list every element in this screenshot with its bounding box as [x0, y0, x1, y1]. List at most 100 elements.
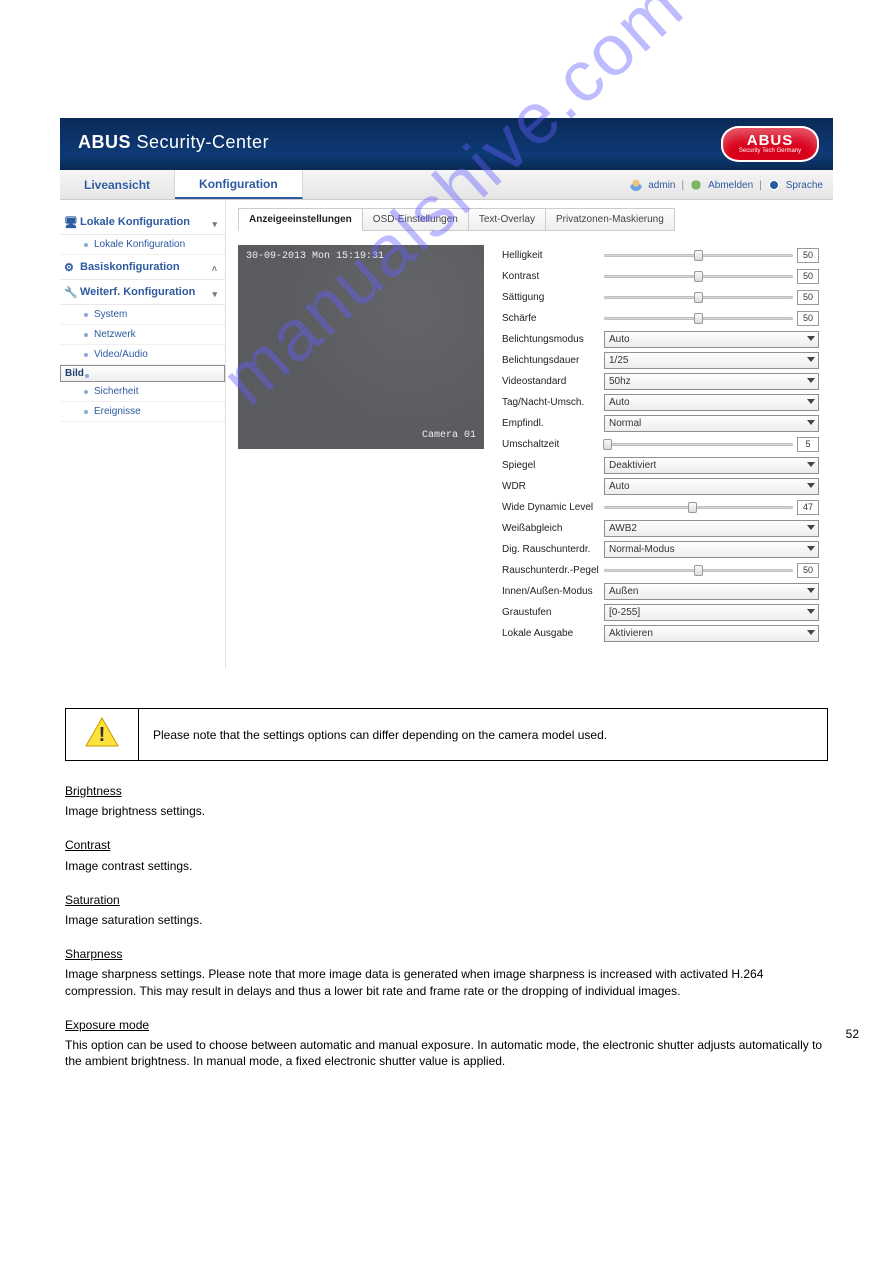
sidebar-cat-basic[interactable]: ⚙ Basiskonfiguration˄ — [60, 255, 225, 280]
setting-row: Rauschunterdr.-Pegel 50 — [502, 560, 819, 580]
slider-value: 5 — [797, 437, 819, 452]
setting-label: Graustufen — [502, 607, 604, 618]
sidebar-cat-local[interactable]: 🖥 Lokale Konfiguration▾ — [60, 210, 225, 235]
sidebar-item-system[interactable]: System — [60, 305, 225, 325]
svg-text:!: ! — [99, 724, 106, 746]
slider-value: 50 — [797, 290, 819, 305]
slider[interactable] — [604, 500, 793, 514]
slider-thumb[interactable] — [688, 502, 697, 513]
app-screenshot: ABUS Security-Center ABUS Security Tech … — [60, 118, 833, 668]
setting-row: Empfindl.Normal — [502, 413, 819, 433]
slider[interactable] — [604, 269, 793, 283]
chevron-down-icon: ▾ — [212, 219, 217, 230]
chevron-down-icon — [807, 525, 815, 530]
setting-label: Belichtungsmodus — [502, 334, 604, 345]
sidebar-cat-advanced[interactable]: 🔧 Weiterf. Konfiguration▾ — [60, 280, 225, 305]
sidebar-item-events[interactable]: Ereignisse — [60, 402, 225, 422]
brand-logo: ABUS Security Tech Germany — [721, 126, 819, 162]
select[interactable]: 50hz — [604, 373, 819, 390]
definition-term: Saturation — [65, 892, 828, 908]
select[interactable]: 1/25 — [604, 352, 819, 369]
slider[interactable] — [604, 290, 793, 304]
definition-desc: Image contrast settings. — [65, 858, 828, 874]
setting-label: WDR — [502, 481, 604, 492]
select[interactable]: Auto — [604, 478, 819, 495]
setting-row: Innen/Außen-ModusAußen — [502, 581, 819, 601]
select[interactable]: [0-255] — [604, 604, 819, 621]
setting-row: Lokale AusgabeAktivieren — [502, 623, 819, 643]
sidebar-item-network[interactable]: Netzwerk — [60, 325, 225, 345]
subtab-privmask[interactable]: Privatzonen-Maskierung — [545, 208, 675, 231]
chevron-down-icon — [807, 462, 815, 467]
setting-label: Rauschunterdr.-Pegel — [502, 565, 604, 576]
chevron-down-icon — [807, 483, 815, 488]
setting-label: Empfindl. — [502, 418, 604, 429]
setting-label: Wide Dynamic Level — [502, 502, 604, 513]
definition-term: Exposure mode — [65, 1017, 828, 1033]
slider-thumb[interactable] — [694, 292, 703, 303]
subtab-overlay[interactable]: Text-Overlay — [468, 208, 546, 231]
slider-value: 47 — [797, 500, 819, 515]
page-number: 52 — [846, 1027, 859, 1041]
setting-label: Helligkeit — [502, 250, 604, 261]
slider[interactable] — [604, 248, 793, 262]
logout-link[interactable]: Abmelden — [708, 180, 753, 191]
sidebar-item-image[interactable]: Bild — [60, 365, 225, 382]
sidebar-item-security[interactable]: Sicherheit — [60, 382, 225, 402]
select[interactable]: Aktivieren — [604, 625, 819, 642]
slider-value: 50 — [797, 269, 819, 284]
language-link[interactable]: Sprache — [786, 180, 823, 191]
language-icon — [768, 179, 780, 191]
setting-row: Dig. Rauschunterdr.Normal-Modus — [502, 539, 819, 559]
select[interactable]: Normal — [604, 415, 819, 432]
setting-label: Lokale Ausgabe — [502, 628, 604, 639]
settings-column: Helligkeit50Kontrast50Sättigung50Schärfe… — [502, 245, 833, 644]
slider[interactable] — [604, 311, 793, 325]
sidebar-item-videoaudio[interactable]: Video/Audio — [60, 345, 225, 365]
setting-row: BelichtungsmodusAuto — [502, 329, 819, 349]
brand-title: ABUS Security-Center — [78, 132, 269, 153]
chevron-down-icon — [807, 630, 815, 635]
chevron-down-icon — [807, 588, 815, 593]
subtab-display[interactable]: Anzeigeeinstellungen — [238, 208, 363, 231]
image-subtabs: Anzeigeeinstellungen OSD-Einstellungen T… — [238, 208, 833, 231]
sidebar-item-local-config[interactable]: Lokale Konfiguration — [60, 235, 225, 255]
slider[interactable] — [604, 563, 793, 577]
select[interactable]: Außen — [604, 583, 819, 600]
chevron-down-icon — [807, 399, 815, 404]
setting-row: Videostandard50hz — [502, 371, 819, 391]
select[interactable]: Auto — [604, 331, 819, 348]
select[interactable]: AWB2 — [604, 520, 819, 537]
chevron-down-icon — [807, 357, 815, 362]
slider-thumb[interactable] — [603, 439, 612, 450]
slider-thumb[interactable] — [694, 250, 703, 261]
slider-value: 50 — [797, 563, 819, 578]
select[interactable]: Auto — [604, 394, 819, 411]
tab-liveview[interactable]: Liveansicht — [60, 170, 175, 199]
setting-row: Sättigung 50 — [502, 287, 819, 307]
setting-row: SpiegelDeaktiviert — [502, 455, 819, 475]
account-user[interactable]: admin — [648, 180, 675, 191]
definition-desc: Image brightness settings. — [65, 803, 828, 819]
preview-camera: Camera 01 — [422, 430, 476, 441]
user-icon — [630, 179, 642, 191]
subtab-osd[interactable]: OSD-Einstellungen — [362, 208, 469, 231]
chevron-down-icon — [807, 609, 815, 614]
chevron-down-icon — [807, 336, 815, 341]
definition-desc: This option can be used to choose betwee… — [65, 1037, 828, 1069]
select[interactable]: Deaktiviert — [604, 457, 819, 474]
tab-configuration[interactable]: Konfiguration — [175, 170, 303, 199]
setting-label: Sättigung — [502, 292, 604, 303]
select[interactable]: Normal-Modus — [604, 541, 819, 558]
setting-label: Belichtungsdauer — [502, 355, 604, 366]
slider-thumb[interactable] — [694, 271, 703, 282]
camera-preview: 30-09-2013 Mon 15:19:31 Camera 01 — [238, 245, 484, 449]
definition-term: Contrast — [65, 837, 828, 853]
slider[interactable] — [604, 437, 793, 451]
slider-thumb[interactable] — [694, 565, 703, 576]
wrench-icon: 🔧 — [64, 286, 76, 298]
setting-label: Videostandard — [502, 376, 604, 387]
slider-thumb[interactable] — [694, 313, 703, 324]
setting-label: Umschaltzeit — [502, 439, 604, 450]
setting-row: WDRAuto — [502, 476, 819, 496]
